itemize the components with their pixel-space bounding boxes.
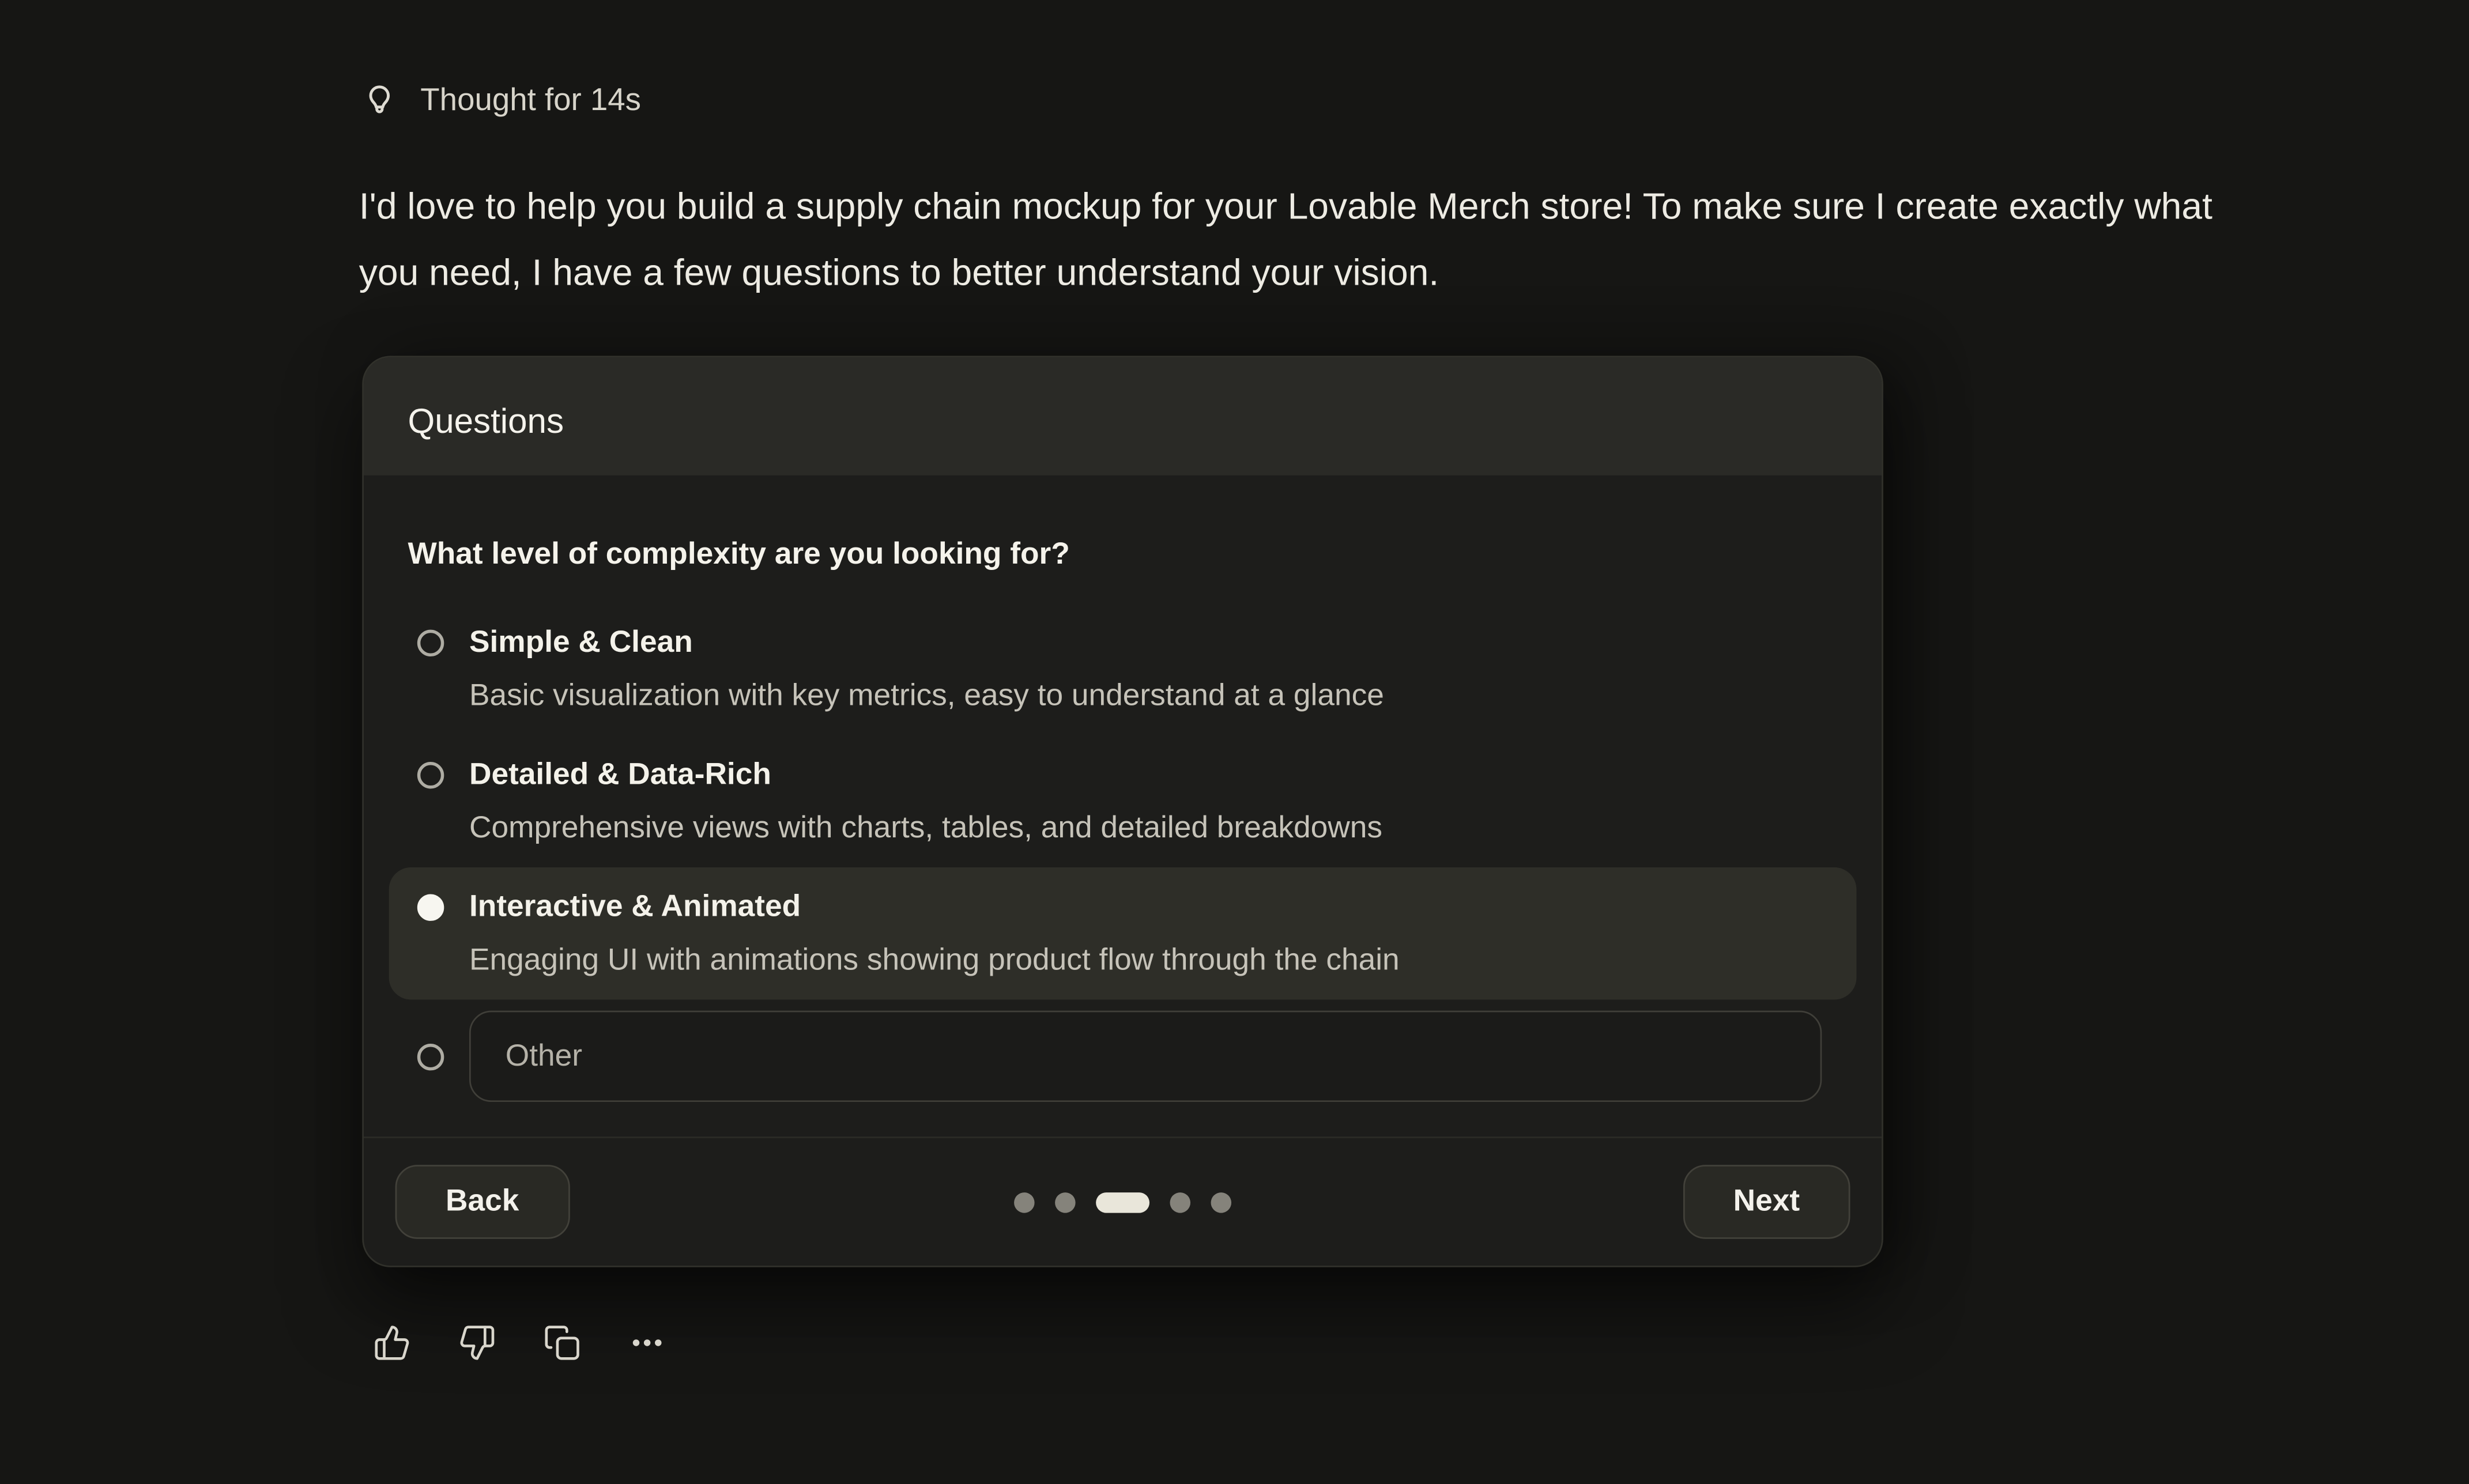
radio-selected-icon[interactable]	[417, 893, 444, 920]
copy-icon	[543, 1324, 581, 1362]
pagination-dot	[1170, 1192, 1191, 1213]
pagination-dot	[1055, 1192, 1076, 1213]
radio-unselected-icon[interactable]	[417, 629, 444, 655]
option-interactive-animated[interactable]: Interactive & Animated Engaging UI with …	[389, 867, 1857, 999]
questions-card-title: Questions	[408, 401, 564, 441]
thumbs-down-icon	[458, 1324, 496, 1362]
pagination-dot-active	[1096, 1192, 1149, 1213]
thumbs-down-button[interactable]	[458, 1324, 496, 1362]
message-actions-row	[373, 1324, 666, 1362]
back-button[interactable]: Back	[395, 1165, 570, 1238]
thought-summary-label: Thought for 14s	[420, 82, 641, 119]
option-label: Detailed & Data-Rich	[469, 747, 1382, 801]
questions-card-header: Questions	[364, 357, 1882, 475]
chat-message-area: Thought for 14s I'd love to help you bui…	[0, 0, 2469, 1484]
assistant-message-text: I'd love to help you build a supply chai…	[359, 173, 2225, 305]
option-description: Comprehensive views with charts, tables,…	[469, 801, 1382, 855]
lightbulb-icon	[361, 82, 399, 120]
questions-card-footer: Back Next	[364, 1136, 1882, 1266]
questions-card: Questions What level of complexity are y…	[362, 356, 1883, 1267]
radio-unselected-icon[interactable]	[417, 761, 444, 788]
thumbs-up-button[interactable]	[373, 1324, 411, 1362]
pagination-dots	[1014, 1192, 1231, 1213]
pagination-dot	[1211, 1192, 1232, 1213]
option-label: Simple & Clean	[469, 615, 1384, 669]
pagination-dot	[1014, 1192, 1035, 1213]
option-label: Interactive & Animated	[469, 880, 1400, 934]
copy-button[interactable]	[543, 1324, 581, 1362]
thumbs-up-icon	[373, 1324, 411, 1362]
option-detailed-data-rich[interactable]: Detailed & Data-Rich Comprehensive views…	[408, 735, 1837, 867]
option-description: Basic visualization with key metrics, ea…	[469, 669, 1384, 723]
option-other[interactable]	[408, 1006, 1837, 1114]
ellipsis-icon	[628, 1324, 666, 1362]
more-options-button[interactable]	[628, 1324, 666, 1362]
options-list: Simple & Clean Basic visualization with …	[408, 603, 1837, 1115]
thought-summary-toggle[interactable]: Thought for 14s	[361, 82, 641, 120]
next-button[interactable]: Next	[1683, 1165, 1850, 1238]
option-description: Engaging UI with animations showing prod…	[469, 934, 1400, 987]
question-heading: What level of complexity are you looking…	[408, 527, 1837, 581]
option-simple-clean[interactable]: Simple & Clean Basic visualization with …	[408, 603, 1837, 735]
questions-card-body: What level of complexity are you looking…	[364, 475, 1882, 1136]
other-option-input[interactable]	[469, 1011, 1822, 1102]
radio-unselected-icon[interactable]	[417, 1044, 444, 1070]
